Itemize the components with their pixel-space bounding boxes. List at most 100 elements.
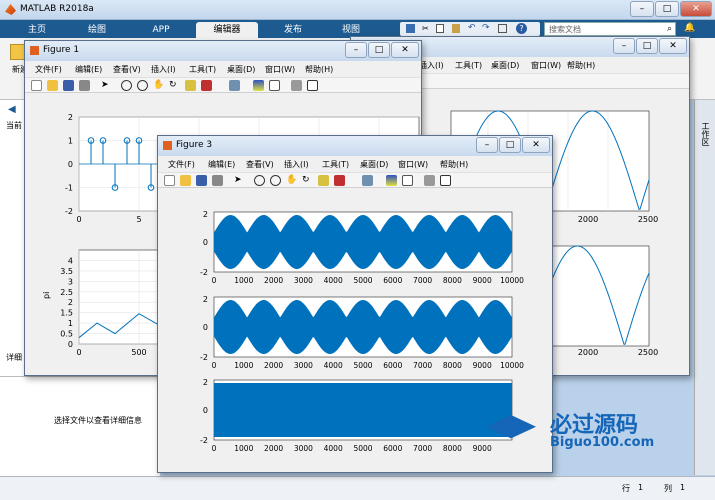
fig2-menu-insert[interactable]: 插入(I)	[419, 60, 444, 71]
brush-icon[interactable]	[201, 80, 212, 91]
fig3-menu-window[interactable]: 窗口(W)	[398, 159, 428, 170]
colorbar-icon[interactable]	[386, 175, 397, 186]
save-figure-icon[interactable]	[63, 80, 74, 91]
tab-home[interactable]: 主页	[14, 22, 60, 38]
fig3-xtick: 1000	[234, 444, 253, 453]
new-figure-icon[interactable]	[164, 175, 175, 186]
fig1-menu-tools[interactable]: 工具(T)	[189, 64, 216, 75]
fig3-ytick: 2	[203, 210, 208, 219]
fig1-line-ytick: 0.5	[60, 330, 73, 339]
rotate-icon[interactable]: ↻	[302, 175, 313, 186]
copy-icon[interactable]	[436, 24, 444, 33]
pointer-icon[interactable]: ➤	[101, 80, 112, 91]
save-figure-icon[interactable]	[196, 175, 207, 186]
pan-icon[interactable]: ✋	[286, 175, 297, 186]
fig1-toolbar: ➤ ✋ ↻	[25, 77, 421, 93]
fig1-menu-edit[interactable]: 编辑(E)	[75, 64, 102, 75]
help-icon[interactable]: ?	[516, 23, 527, 34]
fig3-maximize-button[interactable]: □	[499, 137, 521, 153]
legend-icon[interactable]	[402, 175, 413, 186]
tab-plots[interactable]: 绘图	[74, 22, 120, 38]
fig3-ytick: 2	[203, 295, 208, 304]
fig1-menu-help[interactable]: 帮助(H)	[305, 64, 333, 75]
fig1-line-ytick: 0	[68, 340, 73, 349]
data-cursor-icon[interactable]	[185, 80, 196, 91]
link-plot-icon[interactable]	[229, 80, 240, 91]
fig3-menu-desktop[interactable]: 桌面(D)	[360, 159, 388, 170]
fig1-maximize-button[interactable]: □	[368, 42, 390, 58]
fig3-menu-insert[interactable]: 插入(I)	[284, 159, 309, 170]
notification-bell-icon[interactable]: 🔔	[684, 23, 695, 33]
close-button[interactable]: ✕	[680, 1, 712, 17]
fig3-xtick: 3000	[294, 444, 313, 453]
dock-icon[interactable]	[440, 175, 451, 186]
legend-icon[interactable]	[269, 80, 280, 91]
minimize-button[interactable]: –	[630, 1, 654, 17]
tab-editor[interactable]: 编辑器	[196, 22, 258, 38]
search-documentation-input[interactable]: 搜索文档 ⌕	[544, 22, 676, 36]
data-cursor-icon[interactable]	[318, 175, 329, 186]
open-file-icon[interactable]	[180, 175, 191, 186]
save-icon[interactable]	[406, 24, 415, 33]
zoom-in-icon[interactable]	[121, 80, 132, 91]
link-plot-icon[interactable]	[362, 175, 373, 186]
fig3-ytick: 0	[203, 406, 208, 415]
fig3-menu-tools[interactable]: 工具(T)	[322, 159, 349, 170]
fig1-menu-insert[interactable]: 插入(I)	[151, 64, 176, 75]
back-arrow-icon[interactable]: ◀	[8, 104, 16, 115]
undo-icon[interactable]: ↶	[468, 23, 476, 33]
paste-icon[interactable]	[452, 24, 460, 33]
tab-publish[interactable]: 发布	[270, 22, 316, 38]
print-icon[interactable]	[79, 80, 90, 91]
colorbar-icon[interactable]	[253, 80, 264, 91]
fig3-xtick: 7000	[413, 444, 432, 453]
fig3-xtick: 1000	[234, 276, 253, 285]
brush-icon[interactable]	[334, 175, 345, 186]
fig1-menu-window[interactable]: 窗口(W)	[265, 64, 295, 75]
fig3-xtick: 10000	[500, 276, 524, 285]
hide-tools-icon[interactable]	[291, 80, 302, 91]
workspace-side-tab[interactable]: 工作区	[694, 100, 715, 475]
fig3-xtick: 0	[212, 361, 217, 370]
fig1-menu-desktop[interactable]: 桌面(D)	[227, 64, 255, 75]
fig3-menu-file[interactable]: 文件(F)	[168, 159, 195, 170]
fig1-line-xtick: 500	[131, 348, 146, 357]
cut-icon[interactable]: ✂	[422, 24, 429, 33]
zoom-out-icon[interactable]	[137, 80, 148, 91]
fig3-close-button[interactable]: ✕	[522, 137, 550, 153]
zoom-out-icon[interactable]	[270, 175, 281, 186]
fig3-menu-view[interactable]: 查看(V)	[246, 159, 274, 170]
fig2-close-button[interactable]: ✕	[659, 38, 687, 54]
pointer-icon[interactable]: ➤	[234, 175, 245, 186]
open-file-icon[interactable]	[47, 80, 58, 91]
fig2-minimize-button[interactable]: –	[613, 38, 635, 54]
zoom-in-icon[interactable]	[254, 175, 265, 186]
fig3-menu-help[interactable]: 帮助(H)	[440, 159, 468, 170]
switch-windows-icon[interactable]	[498, 24, 507, 33]
dock-icon[interactable]	[307, 80, 318, 91]
fig1-minimize-button[interactable]: –	[345, 42, 367, 58]
new-figure-icon[interactable]	[31, 80, 42, 91]
redo-icon[interactable]: ↷	[482, 23, 490, 33]
pan-icon[interactable]: ✋	[153, 80, 164, 91]
fig1-menu-view[interactable]: 查看(V)	[113, 64, 141, 75]
maximize-button[interactable]: □	[655, 1, 679, 17]
fig3-xtick: 6000	[383, 361, 402, 370]
fig3-minimize-button[interactable]: –	[476, 137, 498, 153]
fig2-menu-desktop[interactable]: 桌面(D)	[491, 60, 519, 71]
rotate-icon[interactable]: ↻	[169, 80, 180, 91]
figure-1-title: Figure 1	[43, 45, 80, 55]
tab-apps[interactable]: APP	[138, 22, 184, 38]
fig2-menu-window[interactable]: 窗口(W)	[531, 60, 561, 71]
fig2-maximize-button[interactable]: □	[636, 38, 658, 54]
fig2-menu-tools[interactable]: 工具(T)	[455, 60, 482, 71]
fig1-stem-ytick: 2	[68, 113, 73, 122]
fig2-menu-help[interactable]: 帮助(H)	[567, 60, 595, 71]
hide-tools-icon[interactable]	[424, 175, 435, 186]
search-icon: ⌕	[666, 24, 672, 34]
fig1-close-button[interactable]: ✕	[391, 42, 419, 58]
fig2-bottom-xtick: 2000	[578, 348, 598, 357]
fig1-menu-file[interactable]: 文件(F)	[35, 64, 62, 75]
fig3-menu-edit[interactable]: 编辑(E)	[208, 159, 235, 170]
print-icon[interactable]	[212, 175, 223, 186]
